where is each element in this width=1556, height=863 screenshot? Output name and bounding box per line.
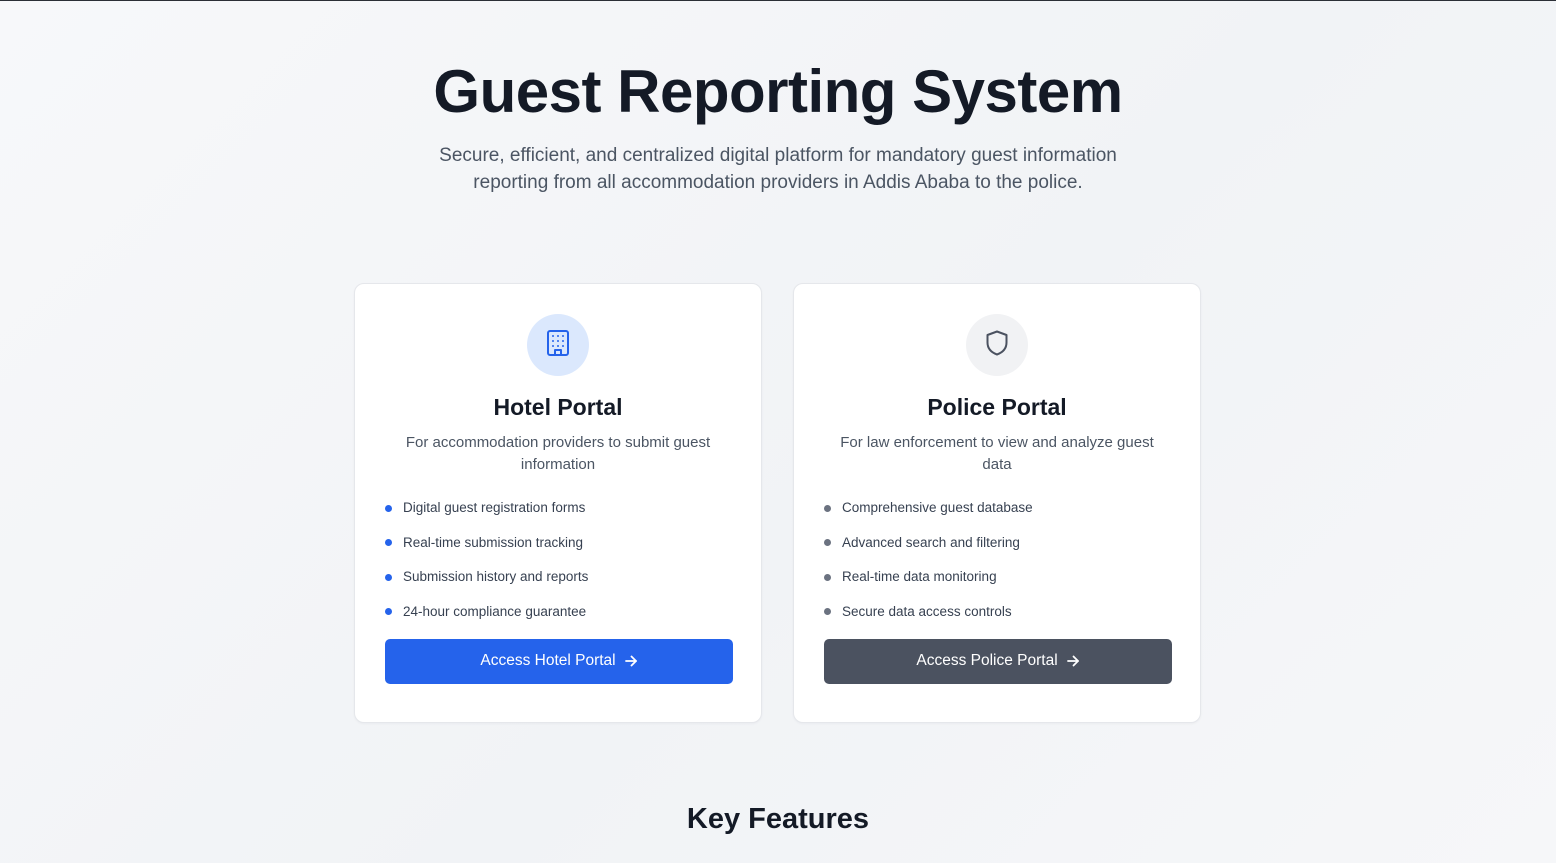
feature-text: Digital guest registration forms xyxy=(403,500,586,515)
page-title: Guest Reporting System xyxy=(433,58,1123,125)
building-icon xyxy=(545,329,571,362)
hotel-icon-badge xyxy=(527,314,589,376)
page-subtitle: Secure, efficient, and centralized digit… xyxy=(439,145,1117,193)
police-feature-list: Comprehensive guest database Advanced se… xyxy=(824,498,1170,622)
access-hotel-portal-button[interactable]: Access Hotel Portal xyxy=(385,638,733,684)
arrow-right-icon xyxy=(1066,654,1080,668)
list-item: Secure data access controls xyxy=(824,602,1170,622)
button-label: Access Police Portal xyxy=(916,652,1058,669)
bullet-icon xyxy=(385,504,392,512)
feature-text: Submission history and reports xyxy=(403,569,589,584)
feature-text: Advanced search and filtering xyxy=(842,534,1020,550)
bullet-icon xyxy=(385,539,392,546)
feature-text: Real-time data monitoring xyxy=(842,569,997,584)
list-item: Advanced search and filtering xyxy=(824,533,1170,553)
bullet-icon xyxy=(824,608,831,615)
bullet-icon xyxy=(385,608,392,615)
police-portal-card: Police Portal For law enforcement to vie… xyxy=(793,283,1201,723)
feature-text: 24-hour compliance guarantee xyxy=(403,603,587,619)
hotel-feature-list: Digital guest registration forms Real-ti… xyxy=(385,498,731,622)
list-item: Real-time submission tracking xyxy=(385,533,731,553)
list-item: Comprehensive guest database xyxy=(824,498,1170,518)
access-police-portal-button[interactable]: Access Police Portal xyxy=(824,638,1172,684)
feature-text: Real-time submission tracking xyxy=(403,534,584,550)
hotel-portal-title: Hotel Portal xyxy=(493,394,623,420)
police-portal-title: Police Portal xyxy=(927,394,1067,420)
list-item: Submission history and reports xyxy=(385,567,731,587)
key-features-heading: Key Features xyxy=(686,803,870,835)
hotel-portal-description: For accommodation providers to submit gu… xyxy=(405,434,711,473)
list-item: 24-hour compliance guarantee xyxy=(385,602,731,622)
list-item: Digital guest registration forms xyxy=(385,498,731,518)
portal-cards: Hotel Portal For accommodation providers… xyxy=(354,283,1201,723)
bullet-icon xyxy=(824,504,831,512)
feature-text: Comprehensive guest database xyxy=(842,500,1033,515)
police-portal-description: For law enforcement to view and analyze … xyxy=(840,434,1154,473)
button-label: Access Hotel Portal xyxy=(480,652,616,669)
bullet-icon xyxy=(824,539,831,546)
bullet-icon xyxy=(824,573,831,581)
shield-icon xyxy=(984,329,1010,362)
police-icon-badge xyxy=(966,314,1028,376)
hero-section: Guest Reporting System Secure, efficient… xyxy=(0,56,1556,196)
hotel-portal-card: Hotel Portal For accommodation providers… xyxy=(354,283,762,723)
bullet-icon xyxy=(385,573,392,581)
list-item: Real-time data monitoring xyxy=(824,567,1170,587)
feature-text: Secure data access controls xyxy=(842,603,1012,619)
arrow-right-icon xyxy=(624,654,638,668)
